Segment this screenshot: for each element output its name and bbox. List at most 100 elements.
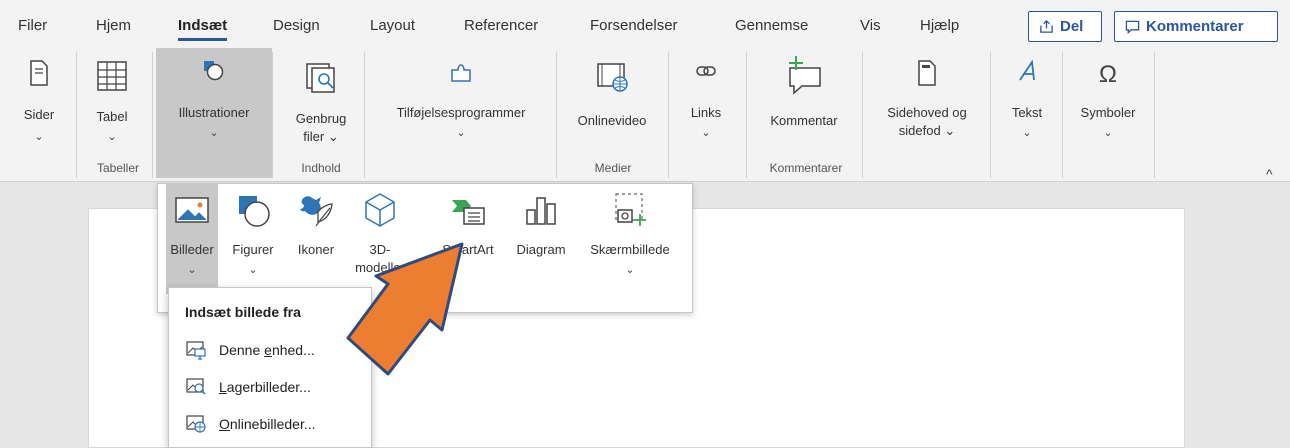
- menu-item-label: Lagerbilleder...: [219, 379, 311, 395]
- tab-layout[interactable]: Layout: [370, 17, 415, 34]
- chevron-down-icon: ⌄: [701, 127, 711, 139]
- group-label-illustrations: Illustrationer: [380, 296, 446, 310]
- chevron-down-icon: ⌄: [1103, 127, 1113, 139]
- divider: [1154, 52, 1155, 178]
- access-key: e: [264, 342, 272, 358]
- stock-images-icon: [186, 378, 206, 395]
- menu-item-online-pictures[interactable]: Onlinebilleder...: [169, 407, 373, 441]
- access-key: L: [219, 379, 227, 395]
- label-part: Denne: [219, 342, 265, 358]
- chart-label: Diagram: [516, 242, 566, 257]
- share-label: Del: [1060, 18, 1084, 35]
- chevron-down-icon: ⌄: [248, 264, 258, 276]
- ribbon: Sider ⌄ Tabel ⌄ Tabeller Illustrationer …: [0, 48, 1290, 182]
- group-label-tables: Tabeller: [96, 161, 140, 175]
- collapse-ribbon-button[interactable]: ^: [1266, 166, 1273, 182]
- pictures-icon: [175, 197, 209, 223]
- reuse-files-line1: Genbrug: [295, 111, 347, 126]
- pictures-label: Billeder: [170, 242, 214, 257]
- tab-filer[interactable]: Filer: [18, 17, 47, 34]
- smartart-label: SmartArt: [442, 242, 494, 257]
- header-footer-line2: sidefod: [898, 123, 941, 138]
- addins-label: Tilføjelsesprogrammer: [396, 105, 526, 120]
- label-part: nlinebilleder...: [229, 416, 316, 432]
- comments-button[interactable]: Kommentarer: [1114, 11, 1278, 42]
- divider: [364, 52, 365, 178]
- divider: [1062, 52, 1063, 178]
- 3d-models-line2: modeller: [355, 260, 405, 275]
- tab-gennemse[interactable]: Gennemse: [735, 17, 808, 34]
- smartart-icon: [452, 200, 485, 225]
- table-button[interactable]: Tabel ⌄: [84, 48, 140, 178]
- 3d-models-button[interactable]: 3D-modeller: [348, 184, 412, 294]
- divider: [272, 52, 273, 178]
- text-button[interactable]: Tekst ⌄: [996, 48, 1058, 178]
- chevron-down-icon: ⌄: [625, 264, 635, 276]
- online-pictures-icon: [186, 415, 206, 433]
- header-footer-line1: Sidehoved og: [887, 105, 967, 120]
- icons-label: Ikoner: [297, 242, 335, 257]
- pages-label: Sider: [23, 107, 55, 122]
- group-label-media: Medier: [594, 161, 632, 175]
- label-part: agerbilleder...: [226, 379, 311, 395]
- symbols-button[interactable]: Ω Symboler ⌄: [1066, 48, 1150, 178]
- new-comment-label: Kommentar: [770, 113, 838, 128]
- tab-indsaet[interactable]: Indsæt: [178, 17, 228, 41]
- shapes-label: Figurer: [232, 242, 274, 257]
- chevron-down-icon: ⌄: [187, 264, 197, 276]
- online-video-icon: [597, 63, 628, 92]
- screenshot-button[interactable]: Skærmbillede ⌄: [578, 184, 682, 294]
- chevron-down-icon: ⌄: [456, 127, 466, 139]
- header-footer-label: Sidehoved og sidefod ⌄: [887, 105, 967, 138]
- omega-icon: Ω: [1099, 61, 1117, 88]
- illustrations-icon: [204, 61, 224, 81]
- tab-referencer[interactable]: Referencer: [464, 17, 538, 34]
- reuse-files-icon: [306, 63, 335, 93]
- divider: [990, 52, 991, 178]
- cube-icon: [365, 193, 395, 227]
- header-footer-button[interactable]: Sidehoved og sidefod ⌄: [868, 48, 986, 178]
- header-footer-icon: [918, 60, 936, 86]
- 3d-models-line1: 3D-: [369, 242, 391, 257]
- menu-item-this-device[interactable]: Denne enhed...: [169, 333, 373, 367]
- chart-icon: [526, 197, 556, 225]
- menu-item-stock-images[interactable]: Lagerbilleder...: [169, 370, 373, 404]
- screenshot-label: Skærmbillede: [590, 242, 670, 257]
- chart-button[interactable]: Diagram: [508, 184, 574, 294]
- menu-item-label: Onlinebilleder...: [219, 416, 316, 432]
- divider: [862, 52, 863, 178]
- menu-bar: Filer Hjem Indsæt Design Layout Referenc…: [0, 0, 1290, 48]
- link-icon: [696, 66, 716, 76]
- share-button[interactable]: Del: [1028, 11, 1102, 42]
- tab-forsendelser[interactable]: Forsendelser: [590, 17, 678, 34]
- new-comment-button[interactable]: Kommentar: [752, 48, 856, 178]
- reuse-files-label: Genbrug filer ⌄: [295, 111, 347, 144]
- table-icon: [97, 61, 127, 91]
- tab-hjem[interactable]: Hjem: [96, 17, 131, 34]
- tab-hjaelp[interactable]: Hjælp: [920, 17, 959, 34]
- share-icon: [1040, 19, 1053, 33]
- pages-button[interactable]: Sider ⌄: [12, 48, 66, 178]
- online-video-label: Onlinevideo: [577, 113, 647, 128]
- online-video-button[interactable]: Onlinevideo: [560, 48, 664, 178]
- links-button[interactable]: Links ⌄: [676, 48, 736, 178]
- reuse-files-button[interactable]: Genbrug filer ⌄: [280, 48, 362, 178]
- symbols-label: Symboler: [1080, 105, 1136, 120]
- table-label: Tabel: [96, 109, 128, 124]
- comments-label: Kommentarer: [1146, 18, 1244, 35]
- smartart-button[interactable]: SmartArt: [432, 184, 504, 294]
- icons-button[interactable]: Ikoner: [288, 184, 344, 294]
- label-part: nhed...: [271, 342, 315, 358]
- divider: [668, 52, 669, 178]
- tab-vis[interactable]: Vis: [860, 17, 881, 34]
- addins-button[interactable]: Tilføjelsesprogrammer ⌄: [368, 48, 554, 178]
- group-label-comments: Kommentarer: [769, 161, 843, 175]
- shapes-button[interactable]: Figurer ⌄: [222, 184, 284, 294]
- menu-item-label: Denne enhed...: [219, 342, 315, 358]
- tab-design[interactable]: Design: [273, 17, 320, 34]
- chevron-down-icon: ⌄: [107, 131, 117, 143]
- icons-icon: [300, 196, 333, 227]
- pictures-button[interactable]: Billeder ⌄: [166, 184, 218, 294]
- addins-icon: [451, 64, 471, 82]
- illustrations-button[interactable]: Illustrationer ⌄: [156, 48, 272, 178]
